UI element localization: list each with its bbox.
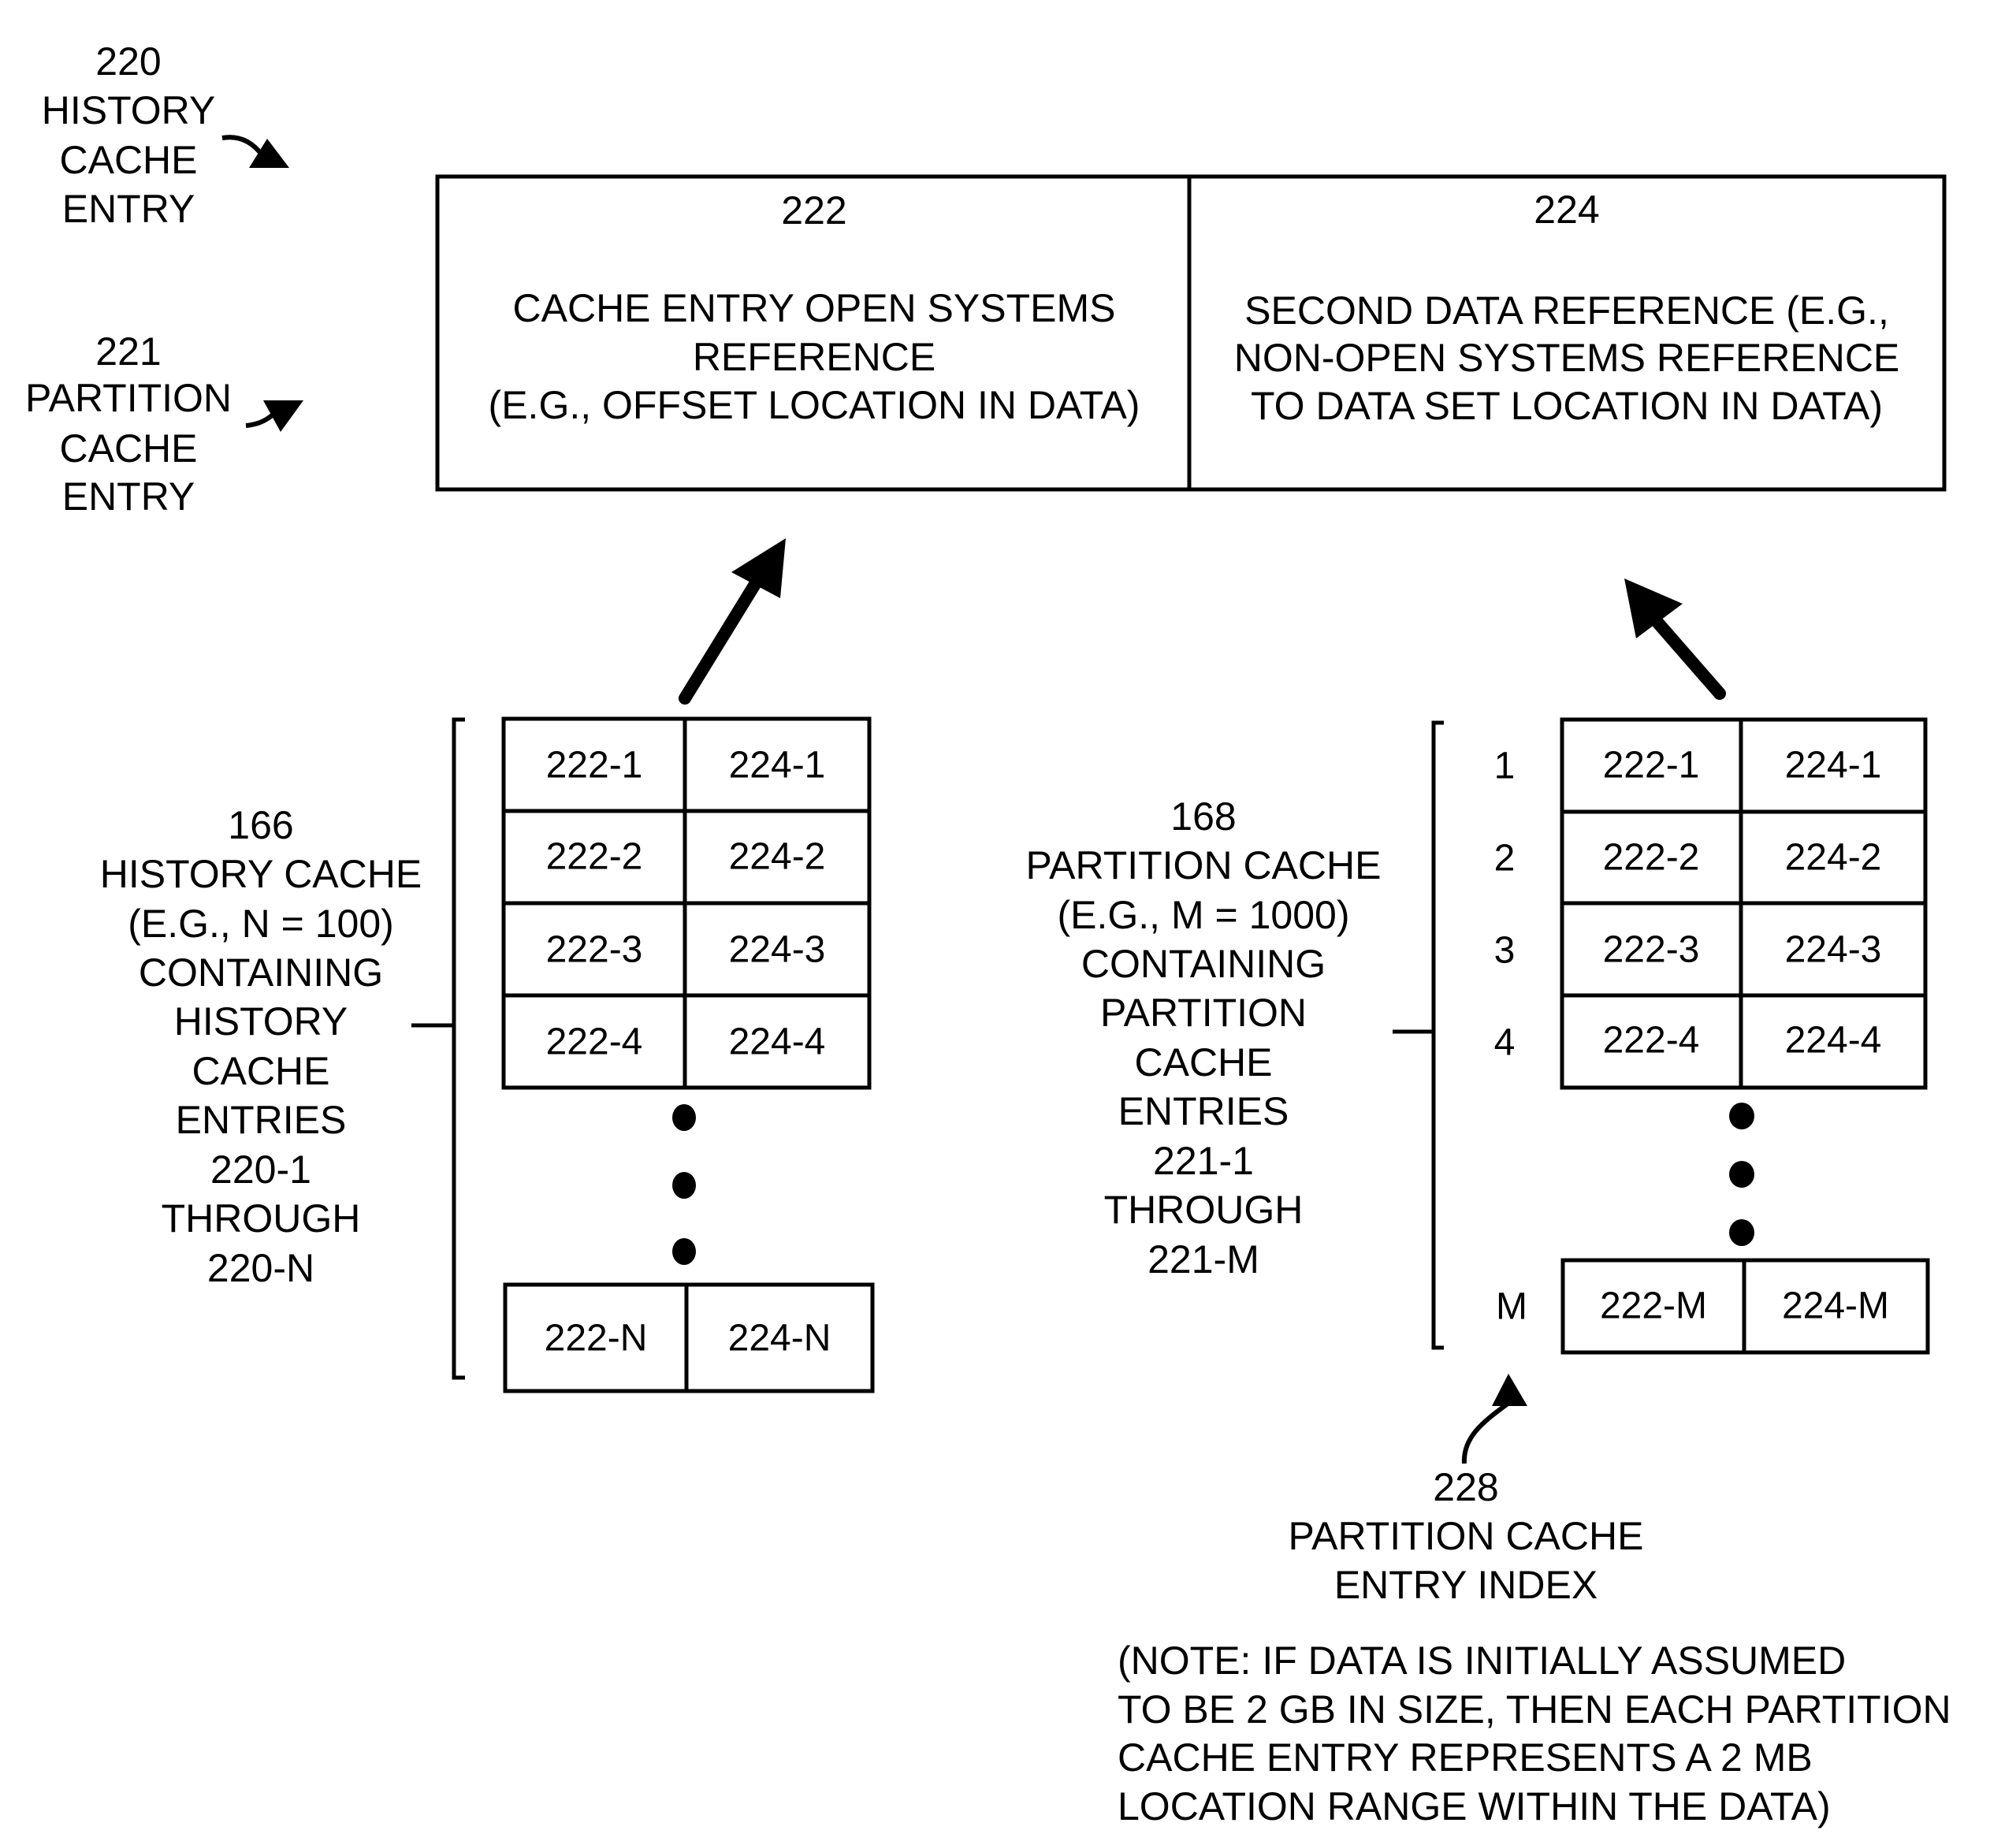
- cell-value: 222-2: [1603, 837, 1700, 879]
- history-cache-description: 166 HISTORY CACHE (E.G., N = 100) CONTAI…: [100, 803, 422, 1290]
- partition-to-entry-arrow-icon: [1624, 578, 1726, 700]
- diagram-canvas: 220 HISTORY CACHE ENTRY 221 PARTITION CA…: [25, 39, 1951, 1828]
- field-text-line: CACHE ENTRY OPEN SYSTEMS: [513, 286, 1116, 330]
- cell-value: 224-4: [729, 1021, 826, 1063]
- description-line: CONTAINING: [139, 950, 383, 995]
- index-label: 1: [1494, 746, 1516, 787]
- label-line: ENTRY INDEX: [1334, 1563, 1598, 1607]
- cell-value: 224-N: [728, 1318, 831, 1360]
- description-line: THROUGH: [1104, 1188, 1304, 1232]
- description-line: (E.G., N = 100): [128, 902, 394, 946]
- description-line: ENTRIES: [1118, 1089, 1289, 1133]
- partition-cache-bracket: [1393, 720, 1444, 1350]
- description-line: (E.G., M = 1000): [1058, 893, 1350, 937]
- ellipsis-dots-icon: [1729, 1103, 1754, 1246]
- table-row: 222-1 224-1: [501, 716, 872, 813]
- field-text-line: NON-OPEN SYSTEMS REFERENCE: [1234, 336, 1900, 380]
- table-row: 222-3 224-3: [1560, 901, 1928, 998]
- description-line: CONTAINING: [1081, 942, 1326, 986]
- history-to-entry-arrow-icon: [679, 538, 786, 705]
- description-line: CACHE: [192, 1049, 329, 1093]
- history-entry-pointer-arrow-icon: [221, 135, 289, 168]
- size-note: (NOTE: IF DATA IS INITIALLY ASSUMED TO B…: [1118, 1639, 1951, 1828]
- label-line: 228: [1433, 1465, 1498, 1509]
- label-line: 220: [95, 39, 161, 84]
- description-line: HISTORY CACHE: [100, 852, 422, 896]
- index-label: M: [1496, 1286, 1527, 1328]
- field-ref-number: 222: [781, 188, 846, 232]
- partition-cache-table: 222-1 224-1 222-2 224-2 222-3 224-3 222-…: [1560, 717, 1930, 1355]
- cell-value: 224-3: [1785, 929, 1882, 971]
- index-label: 3: [1494, 930, 1516, 972]
- cell-value: 224-1: [1785, 745, 1882, 787]
- note-line: (NOTE: IF DATA IS INITIALLY ASSUMED: [1118, 1639, 1846, 1683]
- description-line: 166: [228, 803, 293, 847]
- cell-value: 222-4: [546, 1021, 643, 1063]
- description-line: 220-N: [207, 1246, 314, 1290]
- field-text-line: TO DATA SET LOCATION IN DATA): [1251, 384, 1883, 428]
- cell-value: 224-3: [729, 929, 826, 971]
- cell-value: 222-1: [546, 745, 643, 787]
- cell-value: 222-4: [1603, 1020, 1700, 1062]
- field-text-line: (E.G., OFFSET LOCATION IN DATA): [489, 383, 1140, 427]
- history-cache-entry-label: 220 HISTORY CACHE ENTRY: [42, 39, 215, 231]
- description-line: 221-M: [1147, 1237, 1259, 1281]
- cell-value: 222-M: [1600, 1285, 1707, 1327]
- note-line: TO BE 2 GB IN SIZE, THEN EACH PARTITION: [1118, 1687, 1951, 1732]
- label-line: ENTRY: [62, 474, 195, 519]
- table-row: 222-4 224-4: [501, 993, 872, 1090]
- table-row: 222-4 224-4: [1560, 993, 1928, 1090]
- table-row-last: 222-M 224-M: [1560, 1258, 1930, 1355]
- cell-value: 224-M: [1782, 1285, 1889, 1327]
- partition-cache-entry-label: 221 PARTITION CACHE ENTRY: [25, 329, 232, 519]
- table-row-last: 222-N 224-N: [503, 1282, 875, 1393]
- description-line: 221-1: [1153, 1139, 1254, 1183]
- description-line: PARTITION CACHE: [1026, 843, 1382, 887]
- description-line: THROUGH: [162, 1196, 361, 1241]
- description-line: ENTRIES: [176, 1098, 347, 1142]
- field-text-line: SECOND DATA REFERENCE (E.G.,: [1244, 288, 1889, 333]
- label-line: CACHE: [59, 426, 197, 471]
- label-line: 221: [95, 329, 161, 374]
- description-line: 220-1: [210, 1148, 311, 1192]
- label-line: PARTITION CACHE: [1289, 1514, 1644, 1558]
- field-ref-number: 224: [1534, 188, 1599, 232]
- cell-value: 222-3: [546, 929, 643, 971]
- label-line: PARTITION: [25, 376, 232, 420]
- cell-value: 222-3: [1603, 929, 1700, 971]
- description-line: PARTITION: [1100, 991, 1307, 1035]
- partition-cache-description: 168 PARTITION CACHE (E.G., M = 1000) CON…: [1026, 794, 1382, 1281]
- cell-value: 224-2: [729, 836, 826, 878]
- ellipsis-dots-icon: [672, 1104, 696, 1265]
- label-line: HISTORY: [42, 88, 215, 132]
- index-label: 2: [1494, 838, 1516, 880]
- partition-cache-entry-index-label: 228 PARTITION CACHE ENTRY INDEX: [1289, 1465, 1644, 1607]
- label-line: ENTRY: [62, 187, 195, 231]
- index-label: 4: [1494, 1022, 1516, 1064]
- table-row: 222-1 224-1: [1560, 717, 1928, 814]
- cell-value: 222-N: [545, 1318, 648, 1360]
- label-line: CACHE: [59, 138, 197, 182]
- cell-value: 224-1: [729, 745, 826, 787]
- description-line: HISTORY: [174, 999, 348, 1043]
- description-line: CACHE: [1134, 1040, 1272, 1084]
- table-row: 222-3 224-3: [501, 901, 872, 998]
- cache-entry-structure: 222 CACHE ENTRY OPEN SYSTEMS REFERENCE (…: [435, 174, 1947, 492]
- partition-index-column: 1 2 3 4 M: [1494, 746, 1527, 1328]
- note-line: CACHE ENTRY REPRESENTS A 2 MB: [1118, 1735, 1813, 1780]
- cell-value: 224-4: [1785, 1020, 1882, 1062]
- history-cache-table: 222-1 224-1 222-2 224-2 222-3 224-3 222-…: [501, 716, 875, 1393]
- note-line: LOCATION RANGE WITHIN THE DATA): [1118, 1784, 1831, 1828]
- cell-value: 222-2: [546, 836, 643, 878]
- index-pointer-arrow-icon: [1461, 1374, 1527, 1464]
- partition-entry-pointer-arrow-icon: [245, 400, 303, 432]
- cell-value: 222-1: [1603, 745, 1700, 787]
- table-row: 222-2 224-2: [501, 809, 872, 906]
- history-cache-bracket: [411, 717, 465, 1380]
- description-line: 168: [1170, 794, 1236, 839]
- cell-value: 224-2: [1785, 837, 1882, 879]
- table-row: 222-2 224-2: [1560, 809, 1928, 906]
- field-text-line: REFERENCE: [693, 335, 935, 379]
